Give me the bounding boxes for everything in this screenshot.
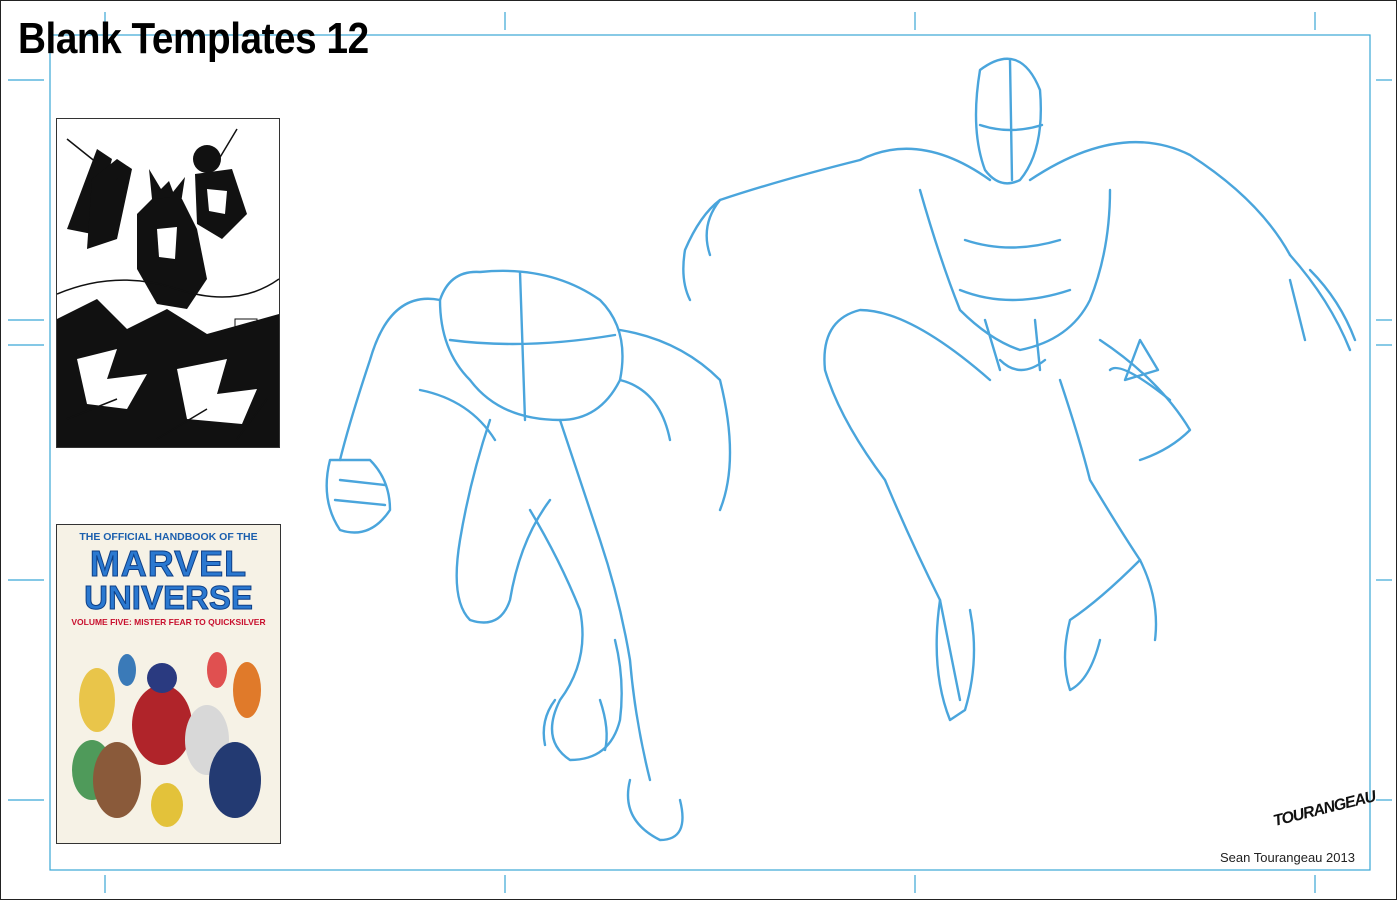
figure-left-icon — [325, 269, 732, 842]
ink-drawing-icon — [57, 119, 279, 447]
ink-drawing-thumbnail — [56, 118, 280, 448]
figure-right-icon — [682, 57, 1357, 722]
comic-cover-thumbnail: THE OFFICIAL HANDBOOK OF THE MARVEL UNIV… — [56, 524, 281, 844]
artist-credit: Sean Tourangeau 2013 — [1220, 850, 1355, 865]
comic-heroes-icon — [72, 652, 261, 827]
pencil-figure-sketch — [325, 57, 1357, 842]
